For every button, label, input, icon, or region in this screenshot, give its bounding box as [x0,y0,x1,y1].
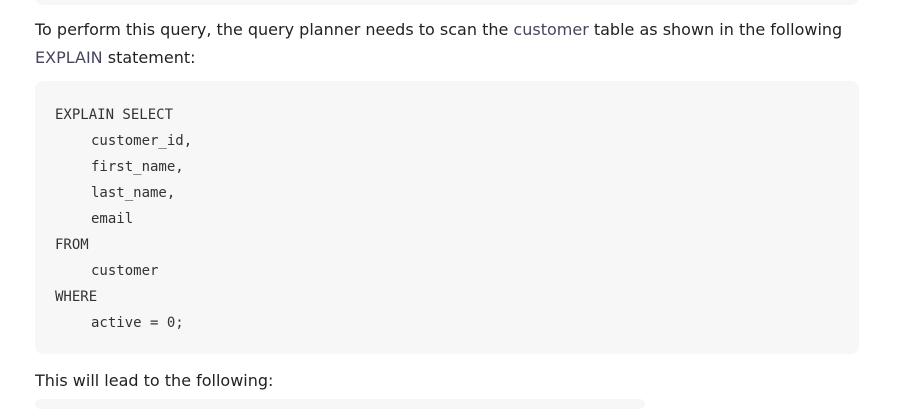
intro-paragraph: To perform this query, the query planner… [35,16,865,72]
code-line: last_name, [91,185,176,201]
code-line: customer_id, [91,133,193,149]
intro-text-continued: table as shown in the following [588,20,843,39]
code-line: email [91,211,134,227]
inline-code-explain: EXPLAIN [35,48,103,67]
inline-code-customer: customer [513,20,589,39]
sql-code-block[interactable]: EXPLAIN SELECT customer_id, first_name, … [35,81,859,354]
code-line: active = 0; [91,315,184,331]
intro-text: To perform this query, the query planner… [35,20,514,39]
previous-code-block-edge [35,0,859,5]
code-line: EXPLAIN SELECT [55,107,174,123]
code-line: WHERE [55,289,98,305]
next-code-block-edge [35,399,645,409]
code-line: customer [91,263,159,279]
code-line: first_name, [91,159,184,175]
code-lines: EXPLAIN SELECT customer_id, first_name, … [55,102,192,336]
code-line: FROM [55,237,89,253]
intro-text-end: statement: [102,48,196,67]
outro-paragraph: This will lead to the following: [35,371,274,390]
